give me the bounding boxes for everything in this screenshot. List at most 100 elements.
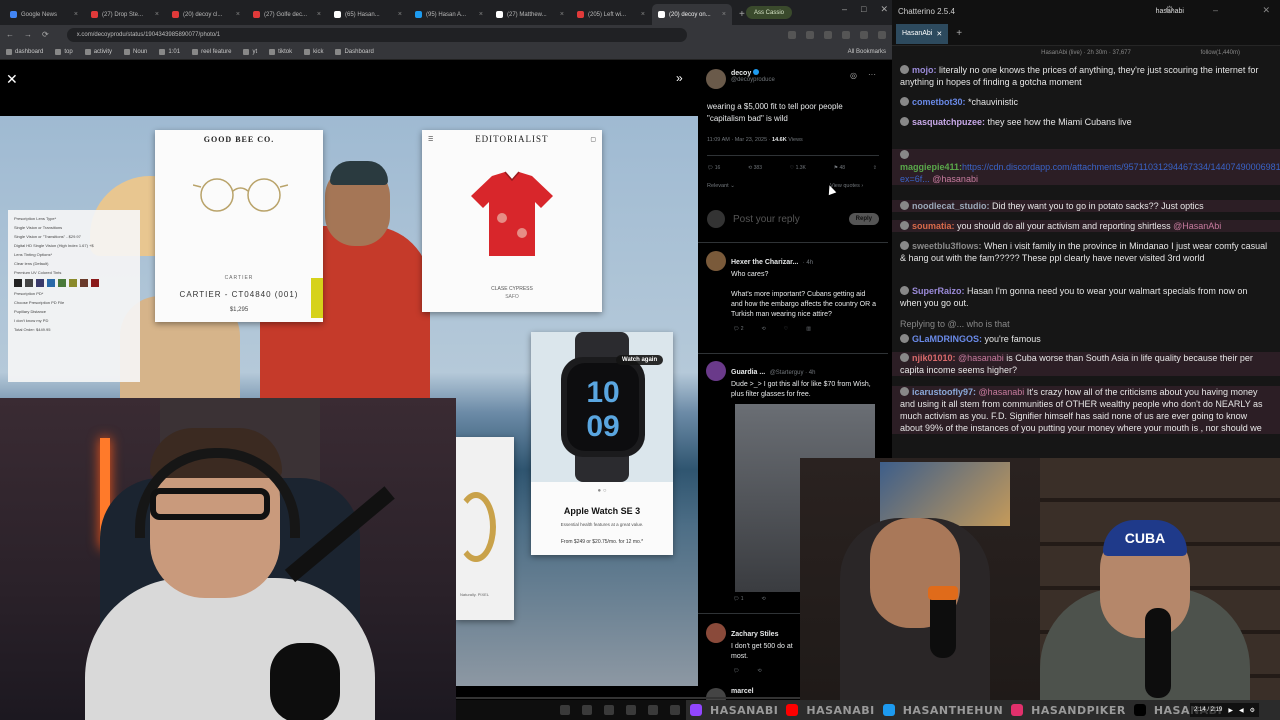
- chat-username[interactable]: njik01010:: [912, 353, 956, 363]
- repost-action[interactable]: ⟲: [762, 326, 766, 332]
- lens-option-row[interactable]: Pupillary Distance: [14, 307, 134, 316]
- lens-option-row[interactable]: Single Vision or Transitions: [14, 223, 134, 232]
- chat-mention[interactable]: @hasanabi: [979, 387, 1025, 397]
- settings-icon[interactable]: ⚙: [1250, 707, 1255, 714]
- chat-username[interactable]: cometbot30:: [912, 97, 966, 107]
- maximize-icon[interactable]: □: [861, 4, 866, 15]
- chat-mention[interactable]: @hasanabi: [958, 353, 1004, 363]
- lens-option-row[interactable]: Premium UV Colored Tints: [14, 268, 134, 277]
- views-action[interactable]: ▥: [806, 326, 811, 332]
- close-tab-icon[interactable]: ×: [479, 11, 483, 18]
- more-icon[interactable]: ···: [868, 70, 876, 79]
- reply-action[interactable]: 💬︎: [733, 668, 739, 674]
- bookmark-item[interactable]: dashboard: [6, 48, 43, 55]
- bookmark-item[interactable]: 1:01: [159, 48, 180, 55]
- browser-tab[interactable]: (95) Hasan A... ×: [409, 4, 489, 25]
- carousel-dots[interactable]: ● ○: [531, 488, 673, 494]
- lens-option-row[interactable]: Clear lens (Default): [14, 259, 134, 268]
- video-scrubber[interactable]: [456, 697, 800, 699]
- address-bar[interactable]: x.com/decoyprodu/status/1904343985890077…: [66, 27, 687, 42]
- bookmark-item[interactable]: tiktok: [269, 48, 292, 55]
- bookmark-item[interactable]: top: [55, 48, 73, 55]
- close-tab-icon[interactable]: ×: [236, 11, 240, 18]
- lens-option-row[interactable]: I don't know my PD: [14, 316, 134, 325]
- reply-input[interactable]: Post your reply: [733, 214, 800, 225]
- extension-icon[interactable]: [824, 30, 832, 39]
- tab-hasanabi[interactable]: HasanAbi ✕: [896, 23, 949, 44]
- chat-mention[interactable]: @hasanabi: [930, 174, 978, 184]
- settings-icon[interactable]: ⚙: [1165, 5, 1174, 16]
- reply-action[interactable]: 💬︎ 2: [733, 326, 744, 332]
- browser-tab[interactable]: (27) Matthew... ×: [490, 4, 570, 25]
- grok-icon[interactable]: ◎: [850, 71, 857, 80]
- bookmark-item[interactable]: kick: [304, 48, 323, 55]
- repost-action[interactable]: ⟲ 383: [748, 165, 762, 171]
- chat-mention[interactable]: @HasanAbi: [1173, 221, 1221, 231]
- close-icon[interactable]: ✕: [6, 71, 18, 88]
- bookmark-item[interactable]: yt: [243, 48, 257, 55]
- tint-swatch[interactable]: [25, 279, 33, 287]
- reply-author[interactable]: Guardia ...: [731, 369, 765, 376]
- back-icon[interactable]: ←: [6, 30, 14, 39]
- tint-swatch[interactable]: [14, 279, 22, 287]
- bookmark-item[interactable]: Dashboard: [335, 48, 374, 55]
- tint-swatch[interactable]: [36, 279, 44, 287]
- tweet-author[interactable]: decoy: [731, 70, 751, 77]
- extension-icon[interactable]: [878, 30, 886, 39]
- extension-icon[interactable]: [788, 30, 796, 39]
- reload-icon[interactable]: ⟳: [42, 30, 49, 39]
- tint-swatch[interactable]: [47, 279, 55, 287]
- browser-tab[interactable]: (20) decoy cl... ×: [166, 4, 246, 25]
- reply-author[interactable]: Zachary Stiles: [731, 631, 778, 638]
- chat-username[interactable]: sasquatchpuzee:: [912, 117, 985, 127]
- lens-option-row[interactable]: Digital HD Single Vision (High Index 1.6…: [14, 241, 134, 250]
- tint-swatch[interactable]: [91, 279, 99, 287]
- taskbar-app-icon[interactable]: [648, 705, 658, 715]
- chat-username[interactable]: GLaMDRINGOS:: [912, 334, 982, 344]
- bookmark-action[interactable]: ⚑ 48: [834, 165, 845, 171]
- taskbar-app-icon[interactable]: [670, 705, 680, 715]
- lens-option-row[interactable]: Single Vision or "Transitions" - $29.97: [14, 232, 134, 241]
- chat-username[interactable]: soumatia:: [912, 221, 955, 231]
- close-tab-icon[interactable]: ×: [398, 11, 402, 18]
- close-window-icon[interactable]: ✕: [1262, 5, 1270, 16]
- browser-tab[interactable]: (27) Golfe dec... ×: [247, 4, 327, 25]
- close-tab-icon[interactable]: ×: [317, 11, 321, 18]
- avatar[interactable]: [706, 623, 726, 643]
- reply-action[interactable]: 💬︎ 16: [707, 165, 720, 171]
- taskbar-app-icon[interactable]: [582, 705, 592, 715]
- close-tab-icon[interactable]: ×: [722, 11, 726, 18]
- avatar[interactable]: [706, 361, 726, 381]
- close-tab-icon[interactable]: ×: [641, 11, 645, 18]
- close-tab-icon[interactable]: ×: [155, 11, 159, 18]
- tweet-handle[interactable]: @decoyproduce: [731, 77, 775, 83]
- watch-again-button[interactable]: Watch again: [616, 355, 664, 365]
- close-window-icon[interactable]: ✕: [880, 4, 888, 15]
- taskbar-app-icon[interactable]: [626, 705, 636, 715]
- lens-option-row[interactable]: Choose Prescription PD File: [14, 298, 134, 307]
- volume-icon[interactable]: ◀: [1239, 707, 1244, 714]
- tweet-time[interactable]: 11:09 AM · Mar 23, 2025 ·: [707, 137, 772, 143]
- tint-swatch[interactable]: [58, 279, 66, 287]
- lens-option-row[interactable]: Prescription Lens Type*: [14, 214, 134, 223]
- lens-option-row[interactable]: Lens Tinting Options*: [14, 250, 134, 259]
- chat-username[interactable]: sweetblu3flows:: [912, 241, 982, 251]
- relevant-sort[interactable]: Relevant ⌄: [707, 183, 735, 189]
- minimize-icon[interactable]: –: [1213, 5, 1218, 15]
- browser-tab[interactable]: (65) Hasan... ×: [328, 4, 408, 25]
- close-tab-icon[interactable]: ×: [560, 11, 564, 18]
- repost-action[interactable]: ⟲: [762, 596, 766, 602]
- extension-icon[interactable]: [842, 30, 850, 39]
- reply-author[interactable]: Hexer the Charizar...: [731, 259, 798, 266]
- lens-option-row[interactable]: Prescription PD*: [14, 289, 134, 298]
- like-action[interactable]: ♡: [784, 326, 788, 332]
- browser-tab[interactable]: Google News ×: [4, 4, 84, 25]
- chat-username[interactable]: maggiepie411:: [900, 162, 962, 172]
- avatar[interactable]: [706, 69, 726, 89]
- taskbar-app-icon[interactable]: [604, 705, 614, 715]
- chat-username[interactable]: SuperRaizo:: [912, 286, 965, 296]
- tint-swatch[interactable]: [69, 279, 77, 287]
- browser-tab[interactable]: (20) decoy on... ×: [652, 4, 732, 25]
- close-tab-icon[interactable]: ×: [74, 11, 78, 18]
- repost-action[interactable]: ⟲: [757, 668, 761, 674]
